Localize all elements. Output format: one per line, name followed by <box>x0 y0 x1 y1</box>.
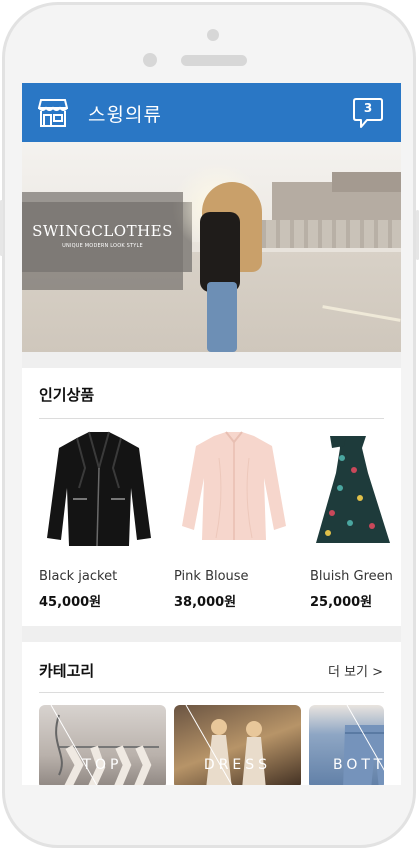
app-screen: 스윙의류 3 SWINGCLOTHES UNIQUE MODERN LOOK S… <box>22 83 401 785</box>
jeans-image <box>343 705 384 785</box>
category-label: BOTTOM <box>333 757 384 773</box>
power-button <box>416 210 419 260</box>
category-title: 카테고리 <box>39 662 95 680</box>
divider <box>39 692 384 693</box>
product-price: 38,000원 <box>174 595 237 610</box>
hero-banner[interactable]: SWINGCLOTHES UNIQUE MODERN LOOK STYLE <box>22 142 401 352</box>
product-price: 25,000원 <box>310 595 373 610</box>
product-card[interactable]: Bluish Green 25,000원 <box>310 428 401 610</box>
hero-brand-overlay: SWINGCLOTHES UNIQUE MODERN LOOK STYLE <box>22 192 183 290</box>
front-camera <box>207 29 219 41</box>
proximity-sensor <box>143 53 157 67</box>
product-name: Black jacket <box>39 569 118 584</box>
hero-building <box>332 172 401 192</box>
chat-button[interactable]: 3 <box>352 96 384 130</box>
more-link[interactable]: 더 보기 > <box>328 661 383 680</box>
product-card[interactable]: Black jacket 45,000원 <box>39 428 169 610</box>
divider <box>39 418 384 419</box>
clothes-rack-image <box>50 705 159 785</box>
category-section: 카테고리 더 보기 > TOP DRESS BOTT <box>22 642 401 785</box>
dress-models-image <box>185 705 266 785</box>
category-label: TOP <box>82 757 123 773</box>
earpiece-speaker <box>181 55 247 66</box>
category-tile-top[interactable]: TOP <box>39 705 166 785</box>
category-tile-dress[interactable]: DRESS <box>174 705 301 785</box>
model-top <box>200 212 240 292</box>
product-name: Bluish Green <box>310 569 393 584</box>
category-tile-bottom[interactable]: BOTTOM <box>309 705 384 785</box>
store-icon[interactable] <box>38 96 68 128</box>
popular-section: 인기상품 Black jacket 45,000원 Pink Blouse 38… <box>22 368 401 626</box>
pink-blouse-image <box>182 431 286 540</box>
product-price: 45,000원 <box>39 595 102 610</box>
category-label: DRESS <box>203 757 272 773</box>
popular-title: 인기상품 <box>39 386 95 404</box>
volume-button <box>0 200 3 256</box>
model-jeans <box>207 282 237 352</box>
product-name: Pink Blouse <box>174 569 249 584</box>
hero-brand: SWINGCLOTHES <box>32 222 173 240</box>
leather-jacket-image <box>47 431 151 547</box>
hero-railing <box>252 220 401 248</box>
app-title: 스윙의류 <box>88 104 162 126</box>
app-header: 스윙의류 3 <box>22 83 401 142</box>
product-card[interactable]: Pink Blouse 38,000원 <box>174 428 304 610</box>
chat-count-badge: 3 <box>363 101 373 115</box>
floral-dress-image <box>316 436 390 543</box>
hero-tagline: UNIQUE MODERN LOOK STYLE <box>62 243 143 249</box>
